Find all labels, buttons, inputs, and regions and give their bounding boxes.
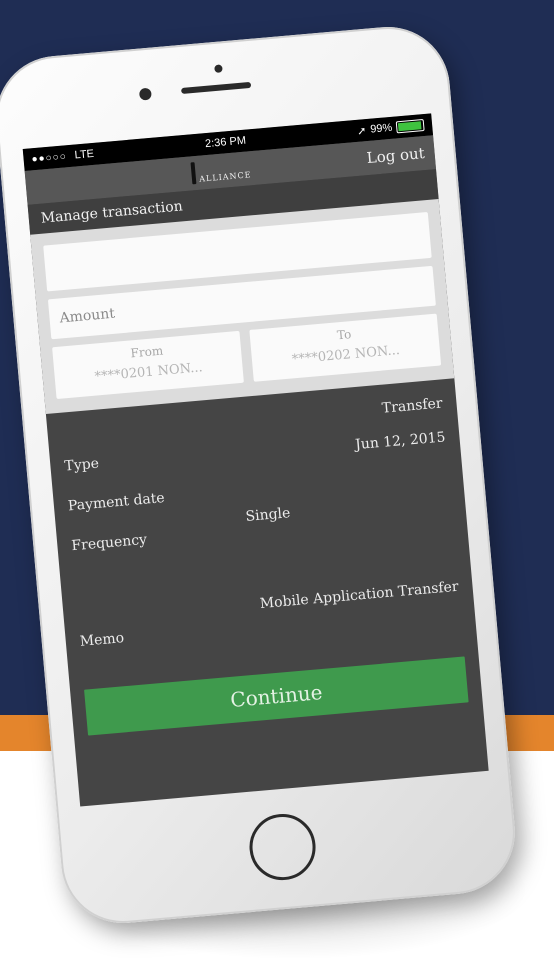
- payment-date-value[interactable]: Jun 12, 2015: [355, 429, 447, 453]
- phone-device: ●●○○○ LTE 2:36 PM ➚ 99% ALLIANCE Log out…: [0, 21, 521, 929]
- transaction-details: Transfer Type Jun 12, 2015 Payment date …: [46, 378, 486, 772]
- battery-icon: [395, 118, 425, 134]
- battery-percent: 99%: [369, 121, 393, 136]
- to-account-field[interactable]: To ****0202 NON...: [249, 313, 442, 382]
- earpiece-speaker: [180, 81, 252, 94]
- type-value[interactable]: Transfer: [381, 395, 443, 416]
- alliance-logo: ALLIANCE: [190, 157, 252, 185]
- from-account-field[interactable]: From ****0201 NON...: [52, 330, 244, 400]
- payment-date-label: Payment date: [67, 490, 166, 515]
- logo-text: ALLIANCE: [198, 170, 252, 184]
- type-label: Type: [63, 455, 100, 475]
- front-camera: [214, 64, 223, 74]
- logout-button[interactable]: Log out: [366, 144, 425, 167]
- memo-value[interactable]: Mobile Application Transfer: [259, 579, 459, 612]
- memo-label: Memo: [79, 630, 125, 650]
- frequency-label: Frequency: [70, 531, 148, 555]
- header-spacer: [36, 184, 76, 187]
- logo-tower-icon: [190, 162, 197, 185]
- phone-screen: ●●○○○ LTE 2:36 PM ➚ 99% ALLIANCE Log out…: [22, 113, 489, 807]
- transaction-form: Amount From ****0201 NON... To ****0202 …: [30, 198, 455, 415]
- location-icon: ➚: [356, 124, 367, 138]
- signal-icon: ●●○○○: [31, 150, 68, 165]
- carrier-label: LTE: [74, 147, 95, 162]
- home-button[interactable]: [246, 811, 319, 883]
- frequency-value[interactable]: Single: [245, 505, 291, 525]
- clock: 2:36 PM: [204, 134, 247, 151]
- continue-button[interactable]: Continue: [84, 656, 469, 736]
- proximity-sensor: [138, 87, 152, 101]
